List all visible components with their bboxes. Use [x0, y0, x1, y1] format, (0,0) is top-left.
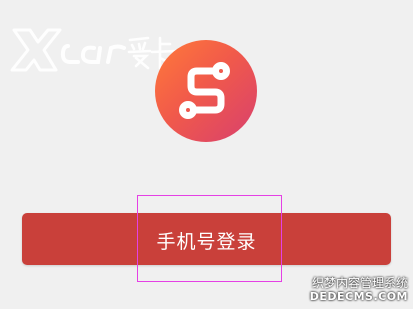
login-screen: 手机号登录 织梦内容管理系统 DEDECMS.COM	[0, 0, 413, 309]
route-path-icon	[179, 62, 230, 119]
app-logo	[155, 40, 257, 142]
phone-login-label: 手机号登录	[156, 231, 257, 253]
dedecms-watermark-url: DEDECMS.COM	[309, 290, 408, 303]
dedecms-watermark-title: 织梦内容管理系统	[311, 276, 408, 290]
phone-login-button[interactable]: 手机号登录	[22, 213, 391, 265]
dedecms-watermark: 织梦内容管理系统 DEDECMS.COM	[300, 276, 408, 306]
